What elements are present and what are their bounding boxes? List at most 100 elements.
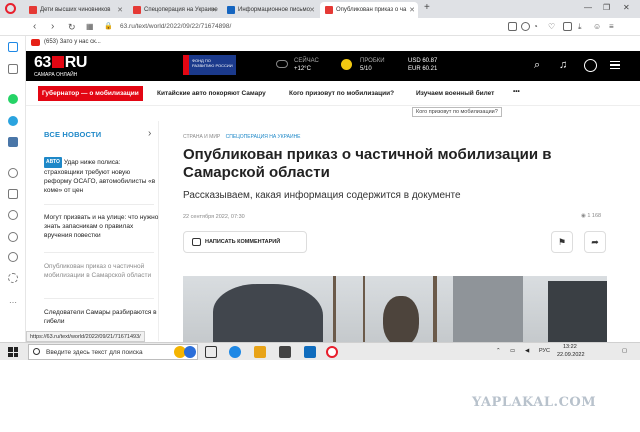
screen: Дети высших чиновников ✕ Спецоперация на… <box>0 0 640 360</box>
search-icon[interactable]: ⌕ <box>534 59 540 71</box>
eur-rate: EUR 60.21 <box>408 66 438 72</box>
star-icon[interactable] <box>8 64 18 74</box>
volume-icon[interactable]: ◀ <box>525 348 529 354</box>
weather-label: СЕЙЧАС <box>294 58 319 64</box>
lock-icon: 🔒 <box>104 23 113 30</box>
tab-4-active[interactable]: Опубликован приказ о ча ✕ <box>320 2 418 18</box>
whatsapp-icon[interactable] <box>8 94 18 104</box>
article-date: 22 сентября 2022, 07:30 <box>183 214 245 220</box>
comment-icon <box>192 238 201 246</box>
bookmark-heart-icon[interactable]: ♡ <box>548 20 555 34</box>
taskbar-search-placeholder: Введите здесь текст для поиска <box>46 349 143 356</box>
mail-icon[interactable] <box>304 346 316 358</box>
write-comment-button[interactable]: НАПИСАТЬ КОММЕНТАРИЙ <box>183 231 307 253</box>
settings-gear-icon[interactable] <box>8 273 18 283</box>
divider <box>44 298 154 299</box>
menu-hamburger-icon[interactable] <box>610 61 620 69</box>
cloud-icon <box>276 60 288 68</box>
close-icon[interactable]: ✕ <box>409 6 415 14</box>
history-icon[interactable] <box>8 210 18 220</box>
tray-up-icon[interactable]: ⌃ <box>496 348 501 354</box>
task-view-icon[interactable] <box>205 346 217 358</box>
notification-icon[interactable]: ▢ <box>622 348 627 354</box>
traffic-value: 5/10 <box>360 66 372 72</box>
edge-icon[interactable] <box>229 346 241 358</box>
site-header: 63 RU САМАРА ОНЛАЙН ФОНД ПО РАЗВИТИЮ РОСС… <box>26 51 640 81</box>
chevron-right-icon[interactable]: › <box>148 128 151 139</box>
new-tab-button[interactable]: + <box>424 2 430 13</box>
opera-logo-icon[interactable] <box>5 3 16 14</box>
bookmarks-bar: (653) Зато у нас ск... <box>0 36 640 50</box>
nav-link-china-cars[interactable]: Китайские авто покоряют Самару <box>157 90 266 97</box>
bookmark-item[interactable]: (653) Зато у нас ск... <box>44 39 101 45</box>
nav-highlight-link[interactable]: Губернатор — о мобилизации <box>38 86 143 101</box>
status-url-tooltip: https://63.ru/text/world/2022/09/21/7167… <box>26 331 145 342</box>
photo-person <box>383 296 419 342</box>
nav-more-button[interactable]: ••• <box>513 88 520 95</box>
more-dots-icon[interactable]: ⋯ <box>9 298 17 307</box>
close-icon[interactable]: ✕ <box>117 6 123 14</box>
account-icon[interactable]: ☺ <box>593 20 601 34</box>
clock-icon[interactable] <box>8 252 18 262</box>
vpn-icon[interactable]: ◔ <box>533 20 538 34</box>
file-explorer-icon[interactable] <box>254 346 266 358</box>
speed-dial-icon[interactable]: ▦ <box>86 20 94 34</box>
store-icon[interactable] <box>279 346 291 358</box>
header-banner[interactable]: ФОНД ПО РАЗВИТИЮ РОССИИ <box>183 55 236 75</box>
tab-bar: Дети высших чиновников ✕ Спецоперация на… <box>0 0 640 18</box>
clock-date[interactable]: 22.09.2022 <box>557 352 585 358</box>
close-icon[interactable]: ✕ <box>211 6 217 14</box>
language-indicator[interactable]: РУС <box>539 348 550 354</box>
easy-setup-icon[interactable]: ≡ <box>609 20 614 34</box>
topic-nav: Губернатор — о мобилизации Китайские авт… <box>26 81 640 106</box>
breadcrumb-item[interactable]: СПЕЦОПЕРАЦИЯ НА УКРАИНЕ <box>226 134 301 140</box>
tab-3[interactable]: Информационное письмо ✕ <box>222 2 318 18</box>
back-button[interactable]: ‹ <box>33 20 36 34</box>
window-close-button[interactable]: ✕ <box>623 3 630 12</box>
weather-widget-icon[interactable] <box>184 346 196 358</box>
maximize-button[interactable]: ❐ <box>603 3 610 12</box>
opera-taskbar-icon[interactable] <box>326 346 338 358</box>
nav-link-mobilization[interactable]: Кого призовут по мобилизации? <box>289 90 394 97</box>
forward-button[interactable]: › <box>51 20 54 34</box>
minimize-button[interactable]: — <box>584 3 592 12</box>
extension-icon[interactable] <box>563 22 572 31</box>
taskbar-search[interactable]: Введите здесь текст для поиска <box>28 344 198 360</box>
site-logo[interactable]: 63 RU <box>34 54 87 72</box>
clipboard-icon[interactable] <box>8 189 18 199</box>
news-item-current[interactable]: Опубликован приказ о частичной мобилизац… <box>44 262 159 280</box>
player-icon[interactable] <box>8 168 18 178</box>
news-item[interactable]: АВТО Удар ниже полиса: страховщики требую… <box>44 157 159 195</box>
snapshot-icon[interactable] <box>508 22 517 31</box>
bookmark-button[interactable]: ⚑ <box>551 231 573 253</box>
logo-domain: RU <box>64 54 88 71</box>
news-item[interactable]: Следователи Самары разбираются в гибели <box>44 308 159 326</box>
profile-icon[interactable] <box>584 59 597 72</box>
logo-square-icon <box>51 56 64 68</box>
download-icon[interactable]: ⤓ <box>578 20 582 34</box>
camera-icon[interactable] <box>521 22 530 31</box>
clock-time[interactable]: 13:22 <box>563 344 577 350</box>
close-icon[interactable]: ✕ <box>309 6 315 14</box>
notifications-bell-icon[interactable]: ♫ <box>559 59 567 71</box>
nav-link-military-id[interactable]: Изучаем военный билет <box>416 90 494 97</box>
news-item[interactable]: Могут призвать и на улице: что нужно зна… <box>44 213 159 240</box>
share-button[interactable]: ➦ <box>584 231 606 253</box>
photo-background <box>453 276 523 342</box>
news-heading[interactable]: ВСЕ НОВОСТИ <box>44 130 101 139</box>
url-field[interactable]: 63.ru/text/world/2022/09/22/71674898/ <box>120 23 231 30</box>
telegram-icon[interactable] <box>8 116 18 126</box>
tab-1[interactable]: Дети высших чиновников ✕ <box>24 2 126 18</box>
tab-2[interactable]: Спецоперация на Украине ✕ <box>128 2 220 18</box>
breadcrumb-item[interactable]: СТРАНА И МИР <box>183 134 220 140</box>
logo-subtitle: САМАРА ОНЛАЙН <box>34 72 78 78</box>
vk-icon[interactable] <box>8 137 18 147</box>
heart-icon[interactable] <box>8 232 18 242</box>
reload-button[interactable]: ↻ <box>68 20 76 34</box>
photo-tree <box>333 276 336 342</box>
traffic-sun-icon <box>341 59 352 70</box>
home-icon[interactable] <box>8 42 18 52</box>
windows-start-icon[interactable] <box>8 347 18 357</box>
article-photo <box>183 276 607 342</box>
network-icon[interactable]: ▭ <box>510 348 515 354</box>
